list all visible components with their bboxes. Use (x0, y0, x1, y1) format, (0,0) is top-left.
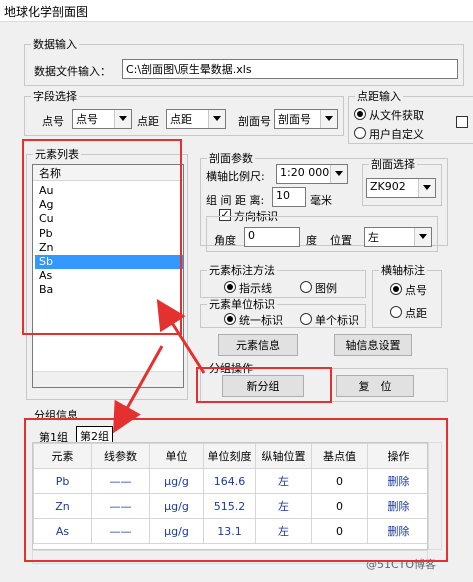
arrow-to-group-tab (113, 345, 164, 434)
annotation-arrows (113, 298, 206, 434)
arrow-to-element-list (156, 298, 206, 374)
